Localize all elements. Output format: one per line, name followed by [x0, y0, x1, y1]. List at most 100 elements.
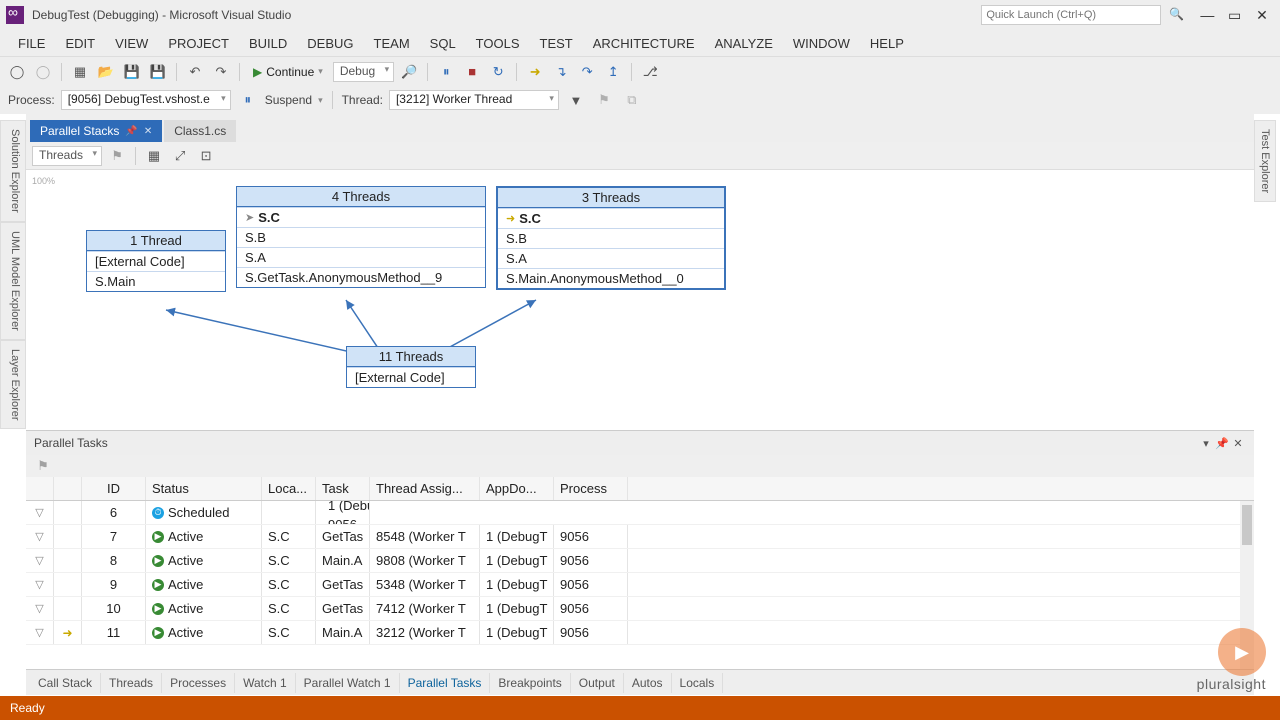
- bottom-tab-parallel-watch-1[interactable]: Parallel Watch 1: [296, 673, 400, 693]
- thread-combo[interactable]: [3212] Worker Thread: [389, 90, 559, 110]
- minimize-button[interactable]: —: [1195, 7, 1219, 23]
- side-tab-layer-explorer[interactable]: Layer Explorer: [0, 340, 26, 430]
- stack-node-4threads[interactable]: 4 Threads ➤S.C S.B S.A S.GetTask.Anonymo…: [236, 186, 486, 288]
- save-icon[interactable]: 💾: [121, 61, 143, 83]
- bottom-tab-locals[interactable]: Locals: [672, 673, 724, 693]
- col-current[interactable]: [54, 477, 82, 500]
- flag-outline-icon[interactable]: ▽: [35, 626, 43, 639]
- quick-launch-input[interactable]: [981, 5, 1161, 25]
- menu-window[interactable]: WINDOW: [783, 33, 860, 54]
- col-status[interactable]: Status: [146, 477, 262, 500]
- col-task[interactable]: Task: [316, 477, 370, 500]
- close-button[interactable]: ✕: [1250, 7, 1274, 24]
- stack-frame-icon[interactable]: ⧉: [621, 89, 643, 111]
- undo-icon[interactable]: ↶: [184, 61, 206, 83]
- filter-threads-icon[interactable]: ⚑: [106, 145, 128, 167]
- col-thread[interactable]: Thread Assig...: [370, 477, 480, 500]
- menu-test[interactable]: TEST: [530, 33, 583, 54]
- menu-sql[interactable]: SQL: [420, 33, 466, 54]
- nav-fwd-icon[interactable]: ◯: [32, 61, 54, 83]
- col-flag[interactable]: [26, 477, 54, 500]
- search-icon[interactable]: 🔍: [1169, 7, 1185, 23]
- step-out-icon[interactable]: ↥: [602, 61, 624, 83]
- bottom-tab-threads[interactable]: Threads: [101, 673, 162, 693]
- tab-class1[interactable]: Class1.cs: [164, 120, 236, 142]
- stack-frame[interactable]: [External Code]: [347, 367, 475, 387]
- stack-frame[interactable]: [External Code]: [87, 251, 225, 271]
- flag-outline-icon[interactable]: ▽: [35, 578, 43, 591]
- stack-frame[interactable]: ➜S.C: [498, 208, 724, 228]
- flag-filter-icon[interactable]: ⚑: [32, 455, 54, 477]
- task-row[interactable]: ▽8▶ActiveS.CMain.A9808 (Worker T1 (Debug…: [26, 549, 1254, 573]
- maximize-button[interactable]: ▭: [1223, 7, 1247, 24]
- menu-file[interactable]: FILE: [8, 33, 55, 54]
- bottom-tab-breakpoints[interactable]: Breakpoints: [490, 673, 570, 693]
- flag-icon[interactable]: ⚑: [593, 89, 615, 111]
- stack-node-3threads[interactable]: 3 Threads ➜S.C S.B S.A S.Main.AnonymousM…: [496, 186, 726, 290]
- menu-analyze[interactable]: ANALYZE: [705, 33, 783, 54]
- col-location[interactable]: Loca...: [262, 477, 316, 500]
- open-icon[interactable]: 📂: [95, 61, 117, 83]
- tab-parallel-stacks[interactable]: Parallel Stacks 📌 ✕: [30, 120, 162, 142]
- task-row[interactable]: ▽7▶ActiveS.CGetTas8548 (Worker T1 (Debug…: [26, 525, 1254, 549]
- stack-frame[interactable]: S.B: [498, 228, 724, 248]
- stack-frame[interactable]: S.GetTask.AnonymousMethod__9: [237, 267, 485, 287]
- menu-edit[interactable]: EDIT: [55, 33, 105, 54]
- menu-architecture[interactable]: ARCHITECTURE: [583, 33, 705, 54]
- stack-frame[interactable]: S.B: [237, 227, 485, 247]
- stack-frame[interactable]: ➤S.C: [237, 207, 485, 227]
- bottom-tab-call-stack[interactable]: Call Stack: [30, 673, 101, 693]
- menu-view[interactable]: VIEW: [105, 33, 158, 54]
- chevron-down-icon[interactable]: ▾: [318, 95, 323, 106]
- continue-button[interactable]: ▶ Continue ▾: [247, 63, 329, 81]
- stack-frame[interactable]: S.A: [237, 247, 485, 267]
- task-row[interactable]: ▽➜11▶ActiveS.CMain.A3212 (Worker T1 (Deb…: [26, 621, 1254, 645]
- show-next-statement-icon[interactable]: ➜: [524, 61, 546, 83]
- menu-tools[interactable]: TOOLS: [466, 33, 530, 54]
- pause-icon[interactable]: ⏸: [435, 61, 457, 83]
- task-row[interactable]: ▽6⏱Scheduled1 (DebugT9056: [26, 501, 1254, 525]
- redo-icon[interactable]: ↷: [210, 61, 232, 83]
- menu-build[interactable]: BUILD: [239, 33, 297, 54]
- step-into-icon[interactable]: ↴: [550, 61, 572, 83]
- menu-debug[interactable]: DEBUG: [297, 33, 363, 54]
- parallel-stacks-canvas[interactable]: 100% 1 Thread [External Code] S.Main 4 T…: [26, 170, 1254, 430]
- flag-outline-icon[interactable]: ▽: [35, 506, 43, 519]
- col-id[interactable]: ID: [82, 477, 146, 500]
- new-item-icon[interactable]: ▦: [69, 61, 91, 83]
- stack-node-1thread[interactable]: 1 Thread [External Code] S.Main: [86, 230, 226, 292]
- side-tab-solution-explorer[interactable]: Solution Explorer: [0, 120, 26, 222]
- bottom-tab-autos[interactable]: Autos: [624, 673, 672, 693]
- restart-icon[interactable]: ↻: [487, 61, 509, 83]
- step-over-icon[interactable]: ↷: [576, 61, 598, 83]
- process-combo[interactable]: [9056] DebugTest.vshost.e: [61, 90, 231, 110]
- intellitrace-icon[interactable]: ⎇: [639, 61, 661, 83]
- col-appdomain[interactable]: AppDo...: [480, 477, 554, 500]
- stop-icon[interactable]: ■: [461, 61, 483, 83]
- toggle-method-view-icon[interactable]: ▦: [143, 145, 165, 167]
- stack-frame[interactable]: S.A: [498, 248, 724, 268]
- flag-outline-icon[interactable]: ▽: [35, 554, 43, 567]
- side-tab-test-explorer[interactable]: Test Explorer: [1254, 120, 1276, 202]
- menu-project[interactable]: PROJECT: [158, 33, 239, 54]
- menu-team[interactable]: TEAM: [364, 33, 420, 54]
- task-row[interactable]: ▽9▶ActiveS.CGetTas5348 (Worker T1 (Debug…: [26, 573, 1254, 597]
- window-position-icon[interactable]: ▾: [1198, 437, 1214, 450]
- stack-frame[interactable]: S.Main.AnonymousMethod__0: [498, 268, 724, 288]
- find-icon[interactable]: 🔎: [398, 61, 420, 83]
- close-pane-icon[interactable]: ✕: [1230, 437, 1246, 450]
- bottom-tab-output[interactable]: Output: [571, 673, 624, 693]
- toggle-zoom-icon[interactable]: ⊡: [195, 145, 217, 167]
- auto-hide-icon[interactable]: 📌: [1214, 437, 1230, 450]
- stack-node-11threads[interactable]: 11 Threads [External Code]: [346, 346, 476, 388]
- bottom-tab-parallel-tasks[interactable]: Parallel Tasks: [400, 673, 491, 693]
- stacks-view-combo[interactable]: Threads: [32, 146, 102, 166]
- bottom-tab-processes[interactable]: Processes: [162, 673, 235, 693]
- nav-back-icon[interactable]: ◯: [6, 61, 28, 83]
- flag-outline-icon[interactable]: ▽: [35, 530, 43, 543]
- solution-config-combo[interactable]: Debug: [333, 62, 394, 82]
- menu-help[interactable]: HELP: [860, 33, 914, 54]
- close-icon[interactable]: ✕: [144, 126, 152, 137]
- task-row[interactable]: ▽10▶ActiveS.CGetTas7412 (Worker T1 (Debu…: [26, 597, 1254, 621]
- filter-icon[interactable]: ▼: [565, 89, 587, 111]
